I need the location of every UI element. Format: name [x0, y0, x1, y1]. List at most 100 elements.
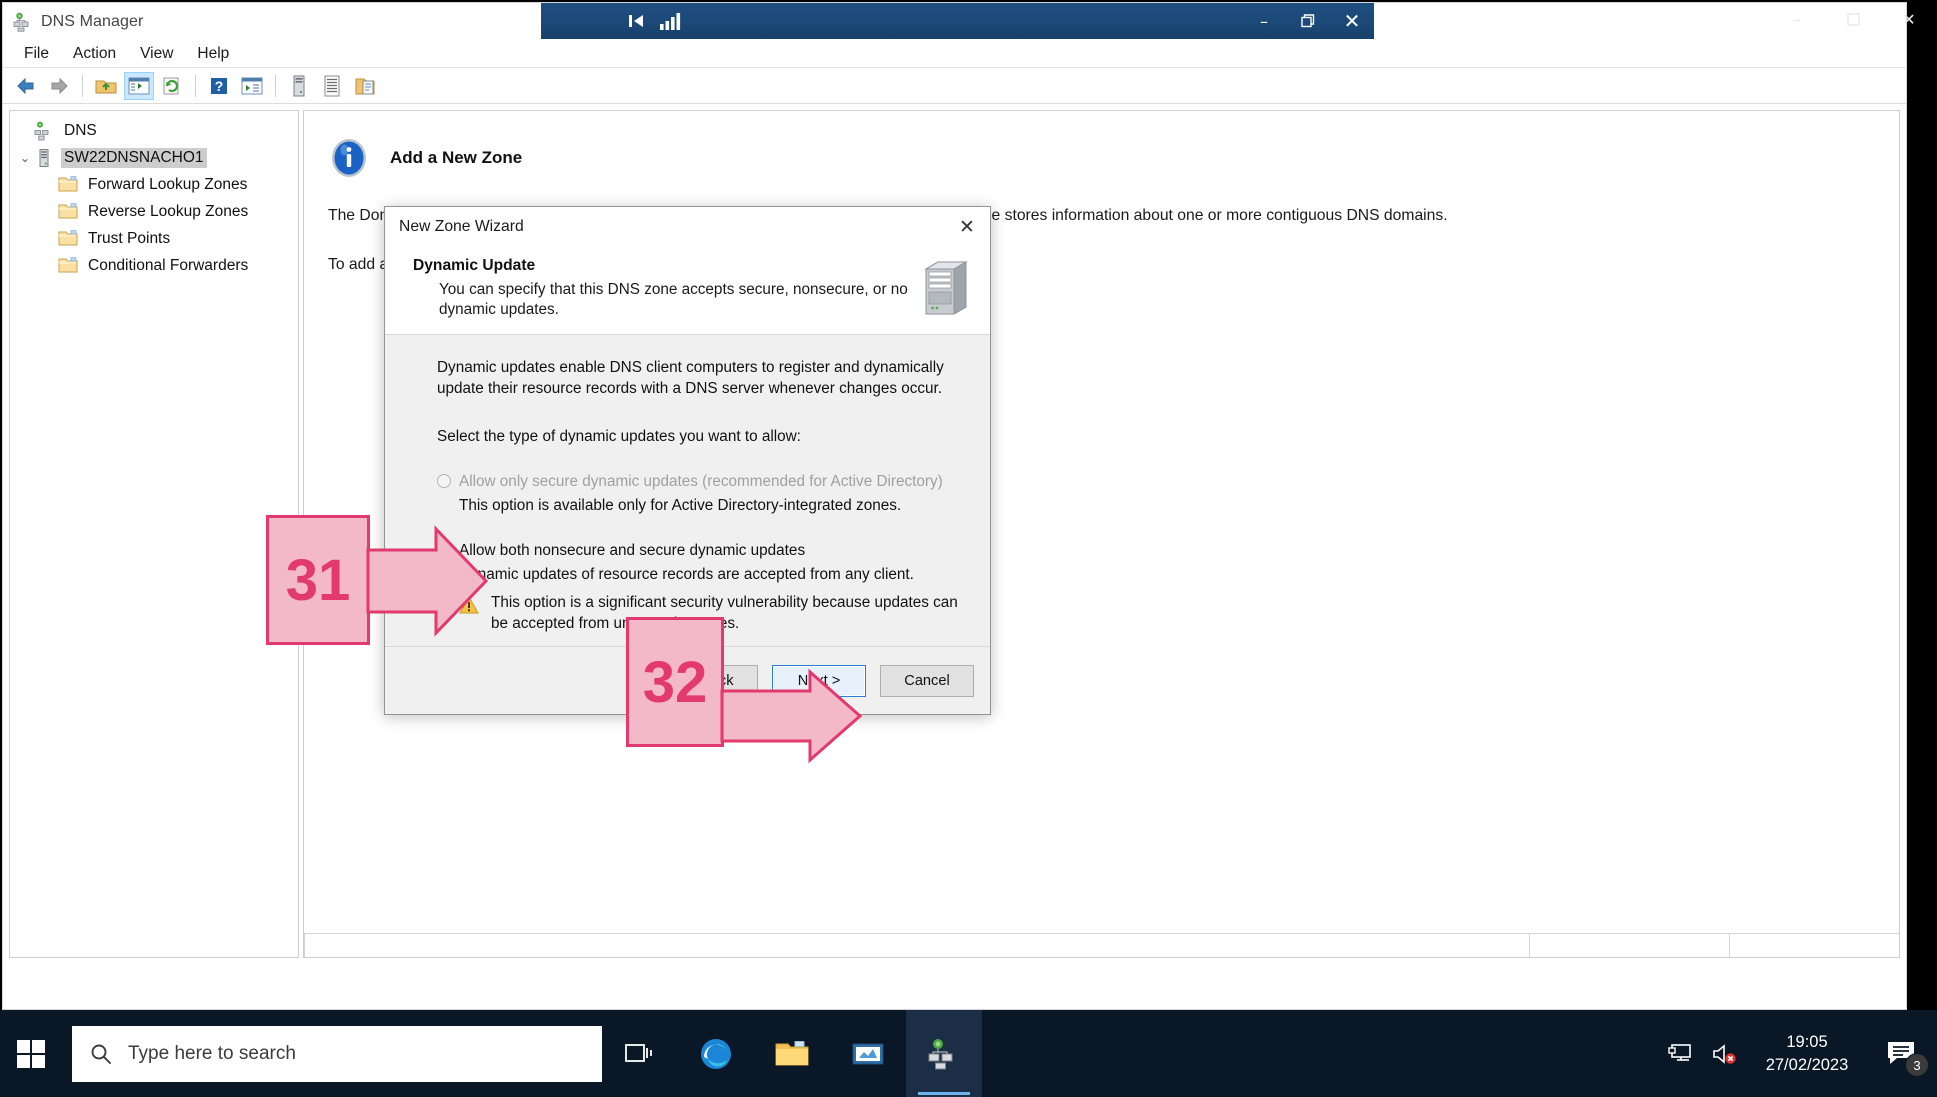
- host-minimize-button[interactable]: –: [1769, 0, 1825, 38]
- status-segment-2: [1529, 934, 1729, 957]
- tree-item-label: DNS: [64, 121, 97, 139]
- tree-item-label: SW22DNSNACHO1: [61, 147, 207, 168]
- search-placeholder: Type here to search: [128, 1042, 296, 1064]
- option-row[interactable]: Allow both nonsecure and secure dynamic …: [437, 540, 970, 561]
- menu-item-file[interactable]: File: [13, 42, 60, 66]
- host-window-controls: – ✕: [1737, 0, 1937, 38]
- tree-item-label: Trust Points: [88, 229, 171, 247]
- network-icon[interactable]: [1659, 1010, 1703, 1097]
- tree-item-reverse-lookup-zones[interactable]: Reverse Lookup Zones: [10, 198, 298, 225]
- option-label: Allow only secure dynamic updates (recom…: [459, 472, 943, 490]
- tree-item-label: Conditional Forwarders: [88, 256, 249, 274]
- tree-item-conditional-forwarders[interactable]: Conditional Forwarders: [10, 252, 298, 279]
- close-icon[interactable]: ✕: [944, 207, 990, 247]
- tree-twisty-expanded[interactable]: ⌄: [16, 151, 34, 165]
- wizard-titlebar: New Zone Wizard ✕: [385, 207, 990, 247]
- taskbar: Type here to search 19:05 27/02/2023 3: [0, 1010, 1937, 1097]
- run-console-icon[interactable]: [237, 72, 267, 100]
- annotation-32-arrow: [720, 668, 863, 764]
- svg-text:?: ?: [215, 78, 224, 94]
- tree-item-sw22dnsnacho1[interactable]: ⌄ SW22DNSNACHO1: [10, 144, 298, 171]
- annotation-31-number: 31: [266, 515, 370, 645]
- wizard-select-prompt: Select the type of dynamic updates you w…: [437, 427, 801, 445]
- option-row[interactable]: Allow only secure dynamic updates (recom…: [437, 471, 970, 492]
- dns-root-icon: [34, 121, 54, 141]
- overlay-close-button[interactable]: ✕: [1330, 3, 1374, 39]
- option-description: This option is available only for Active…: [459, 496, 902, 514]
- toolbar-separator: [275, 74, 276, 97]
- edge-browser-icon[interactable]: [678, 1010, 754, 1097]
- option-description: Dynamic updates of resource records are …: [459, 566, 914, 584]
- volume-muted-icon[interactable]: [1703, 1010, 1747, 1097]
- host-maximize-button[interactable]: [1825, 0, 1881, 38]
- info-icon: [328, 137, 370, 179]
- option-label: Allow both nonsecure and secure dynamic …: [459, 541, 806, 559]
- tree-item-label: Reverse Lookup Zones: [88, 202, 249, 220]
- dns-manager-icon[interactable]: [906, 1010, 982, 1097]
- menu-item-action[interactable]: Action: [62, 42, 127, 66]
- wizard-heading: Dynamic Update: [413, 257, 536, 274]
- forward-icon[interactable]: [44, 72, 74, 100]
- server-icon: [34, 148, 54, 168]
- back-icon[interactable]: [11, 72, 41, 100]
- overlay-restore-button[interactable]: [1286, 3, 1330, 39]
- annotation-32: 32: [626, 617, 896, 764]
- server-manager-icon[interactable]: [830, 1010, 906, 1097]
- details-status-bar: [304, 933, 1899, 957]
- overlay-minimize-button[interactable]: –: [1242, 3, 1286, 39]
- folder-icon: [58, 202, 78, 222]
- host-close-button[interactable]: ✕: [1881, 0, 1937, 38]
- wizard-subtitle: You can specify that this DNS zone accep…: [439, 281, 908, 319]
- toolbar-separator: [82, 74, 83, 97]
- tree-item-forward-lookup-zones[interactable]: Forward Lookup Zones: [10, 171, 298, 198]
- wizard-header-text: Dynamic Update You can specify that this…: [413, 257, 918, 320]
- server-properties-icon[interactable]: [284, 72, 314, 100]
- overlay-window-titlebar: – ✕: [541, 3, 1374, 39]
- tree-item-dns[interactable]: DNS: [10, 117, 298, 144]
- notification-badge: 3: [1905, 1053, 1929, 1077]
- clock-date: 27/02/2023: [1765, 1055, 1849, 1074]
- server-tower-icon: [918, 259, 974, 317]
- overlay-window-controls: – ✕: [1242, 3, 1374, 39]
- desktop: – ✕ DNS Manager File Action View Help ? …: [0, 0, 1937, 1097]
- file-explorer-icon[interactable]: [754, 1010, 830, 1097]
- media-glyph-icon: [629, 15, 643, 27]
- toolbar: ?: [3, 68, 1906, 104]
- dns-manager-title: DNS Manager: [41, 12, 144, 30]
- up-folder-icon[interactable]: [91, 72, 121, 100]
- tree-item-label: Forward Lookup Zones: [88, 175, 248, 193]
- allow-only-secure-radio: [437, 473, 451, 488]
- annotation-32-number: 32: [626, 617, 724, 747]
- new-zone-icon[interactable]: [350, 72, 380, 100]
- windows-start-icon[interactable]: [0, 1010, 62, 1097]
- taskbar-clock[interactable]: 19:05 27/02/2023: [1747, 1031, 1867, 1076]
- details-header: Add a New Zone: [304, 111, 1899, 179]
- clock-time: 19:05: [1786, 1033, 1828, 1052]
- wizard-intro-text: Dynamic updates enable DNS client comput…: [437, 359, 944, 398]
- folder-icon: [58, 256, 78, 276]
- list-view-icon[interactable]: [317, 72, 347, 100]
- system-tray: 19:05 27/02/2023 3: [1659, 1010, 1937, 1097]
- status-segment-3: [1729, 934, 1899, 957]
- signal-bars-icon: [660, 13, 681, 30]
- menu-bar: File Action View Help: [3, 40, 1906, 68]
- folder-icon: [58, 229, 78, 249]
- show-hide-tree-icon[interactable]: [124, 71, 154, 100]
- annotation-31: 31: [266, 515, 489, 650]
- option-allow-only-secure: Allow only secure dynamic updates (recom…: [437, 471, 970, 516]
- overlay-restore-icon: [1301, 14, 1315, 28]
- action-center-icon[interactable]: 3: [1867, 1010, 1937, 1097]
- tree-item-trust-points[interactable]: Trust Points: [10, 225, 298, 252]
- page-title: Add a New Zone: [390, 148, 523, 167]
- menu-item-help[interactable]: Help: [186, 42, 240, 66]
- status-segment-1: [304, 934, 1529, 957]
- help-icon[interactable]: ?: [204, 72, 234, 100]
- search-input[interactable]: Type here to search: [72, 1025, 602, 1082]
- overlay-icons: [627, 11, 683, 31]
- refresh-icon[interactable]: [157, 72, 187, 100]
- task-view-icon[interactable]: [602, 1010, 678, 1097]
- menu-item-view[interactable]: View: [129, 42, 184, 66]
- wizard-header: Dynamic Update You can specify that this…: [385, 247, 990, 336]
- wizard-title: New Zone Wizard: [399, 218, 524, 235]
- dns-server-icon: [13, 12, 33, 32]
